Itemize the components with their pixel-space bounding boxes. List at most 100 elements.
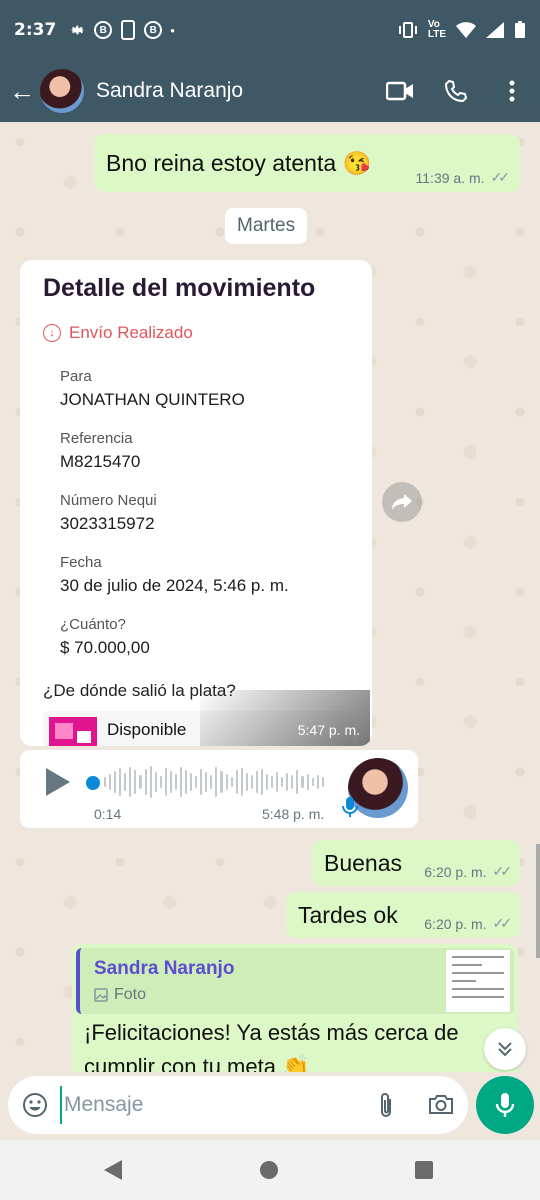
forward-button[interactable] [382, 482, 422, 522]
waveform-bar [114, 771, 117, 793]
message-time: 6:20 p. m. [424, 915, 487, 932]
receipt-title: Detalle del movimiento [43, 274, 316, 302]
home-nav-icon[interactable] [260, 1161, 278, 1179]
waveform-bar [271, 776, 274, 788]
camera-icon[interactable] [428, 1093, 454, 1120]
waveform-bar [245, 773, 248, 791]
voice-record-button[interactable] [476, 1076, 534, 1134]
waveform-bar [200, 769, 203, 795]
message-time: 11:39 a. m. [415, 169, 485, 186]
waveform-bar [179, 767, 182, 797]
status-bar: 2:37 B B • Vo LTE [0, 0, 540, 60]
waveform[interactable] [104, 764, 324, 800]
message-bubble-outgoing[interactable]: Bno reina estoy atenta 😘 11:39 a. m. ✓✓ [94, 134, 520, 192]
waveform-bar [240, 768, 243, 796]
more-notifs-dot: • [170, 22, 175, 38]
waveform-bar [215, 767, 218, 797]
waveform-bar [109, 774, 112, 790]
system-nav-bar [0, 1140, 540, 1200]
message-text: ¡Felicitaciones! Ya estás más cerca de c… [84, 1020, 459, 1072]
back-arrow-icon[interactable]: ← [4, 76, 40, 107]
scroll-to-bottom-button[interactable] [484, 1028, 526, 1070]
read-ticks-icon: ✓✓ [492, 863, 513, 879]
attach-icon[interactable] [376, 1092, 396, 1125]
waveform-bar [174, 774, 177, 790]
voice-message[interactable]: 0:14 5:48 p. m. [20, 750, 418, 828]
waveform-bar [154, 772, 157, 792]
message-time: 6:20 p. m. [424, 863, 487, 880]
message-bubble-outgoing[interactable]: Buenas 6:20 p. m. ✓✓ [312, 840, 520, 886]
message-input[interactable] [60, 1086, 310, 1124]
waveform-bar [205, 772, 208, 792]
emoji-icon[interactable] [22, 1092, 48, 1123]
quoted-thumbnail [446, 950, 510, 1012]
contact-avatar[interactable] [40, 69, 84, 113]
play-icon[interactable] [46, 768, 70, 796]
field-label: Fecha [60, 554, 102, 571]
waveform-bar [235, 770, 238, 794]
status-time: 2:37 [14, 20, 57, 40]
quoted-sender: Sandra Naranjo [94, 958, 235, 979]
reply-message[interactable]: Sandra Naranjo Foto ¡Felicitaciones! Ya … [72, 944, 518, 1072]
waveform-bar [266, 774, 269, 790]
video-call-button[interactable] [372, 81, 428, 101]
read-ticks-icon: ✓✓ [490, 169, 511, 185]
waveform-bar [129, 767, 132, 797]
waveform-bar [286, 773, 289, 791]
video-camera-icon [386, 81, 413, 101]
seek-handle[interactable] [86, 776, 100, 790]
waveform-bar [301, 776, 304, 788]
b-app-icon: B [94, 21, 113, 39]
receipt-status-text: Envío Realizado [69, 323, 193, 342]
read-ticks-icon: ✓✓ [492, 915, 513, 931]
b-app-icon-2: B [144, 21, 163, 39]
chat-header: ← Sandra Naranjo [0, 60, 540, 122]
composer [8, 1076, 468, 1134]
recents-nav-icon[interactable] [415, 1161, 433, 1179]
phone-icon [444, 79, 468, 103]
field-label: Número Nequi [60, 492, 157, 509]
image-message-receipt[interactable]: Detalle del movimiento ↓ Envío Realizado… [20, 260, 372, 746]
message-bubble-outgoing[interactable]: Tardes ok 6:20 p. m. ✓✓ [286, 892, 520, 938]
mic-icon [342, 796, 358, 823]
overflow-menu-button[interactable] [484, 80, 540, 102]
waveform-bar [134, 770, 137, 794]
contact-name[interactable]: Sandra Naranjo [96, 79, 372, 103]
waveform-bar [104, 777, 107, 787]
voice-call-button[interactable] [428, 79, 484, 103]
field-value: JONATHAN QUINTERO [60, 390, 245, 409]
signal-icon [486, 22, 504, 38]
pocket-icon [49, 717, 97, 746]
quoted-type: Foto [94, 986, 146, 1004]
waveform-bar [281, 777, 284, 787]
battery-icon [515, 21, 525, 38]
settings-icon [71, 25, 85, 35]
arrow-down-circle-icon: ↓ [43, 324, 61, 342]
quoted-message[interactable]: Sandra Naranjo Foto [76, 948, 514, 1014]
field-value: 3023315972 [60, 514, 155, 533]
field-value: M8215470 [60, 452, 141, 471]
field-value: 30 de julio de 2024, 5:46 p. m. [60, 576, 289, 595]
volte-icon: Vo LTE [427, 19, 446, 40]
message-text: Tardes ok [298, 901, 398, 928]
field-value: $ 70.000,00 [60, 638, 150, 657]
waveform-bar [250, 775, 253, 789]
message-text: Buenas [324, 849, 403, 876]
back-nav-icon[interactable] [104, 1160, 122, 1180]
forward-icon [392, 494, 412, 510]
mic-icon [495, 1093, 515, 1117]
more-vert-icon [509, 80, 515, 102]
wifi-icon [456, 22, 476, 38]
waveform-bar [255, 771, 258, 793]
waveform-bar [195, 776, 198, 788]
scrollbar[interactable] [536, 844, 540, 958]
date-divider: Martes [225, 208, 308, 244]
chat-area[interactable]: Bno reina estoy atenta 😘 11:39 a. m. ✓✓ … [0, 122, 540, 1072]
waveform-bar [159, 776, 162, 788]
voice-duration: 0:14 [94, 806, 122, 822]
waveform-bar [311, 778, 314, 786]
message-time: 5:48 p. m. [262, 806, 325, 822]
source-label: Disponible [107, 720, 187, 739]
waveform-bar [225, 774, 228, 790]
message-time: 5:47 p. m. [297, 722, 360, 738]
